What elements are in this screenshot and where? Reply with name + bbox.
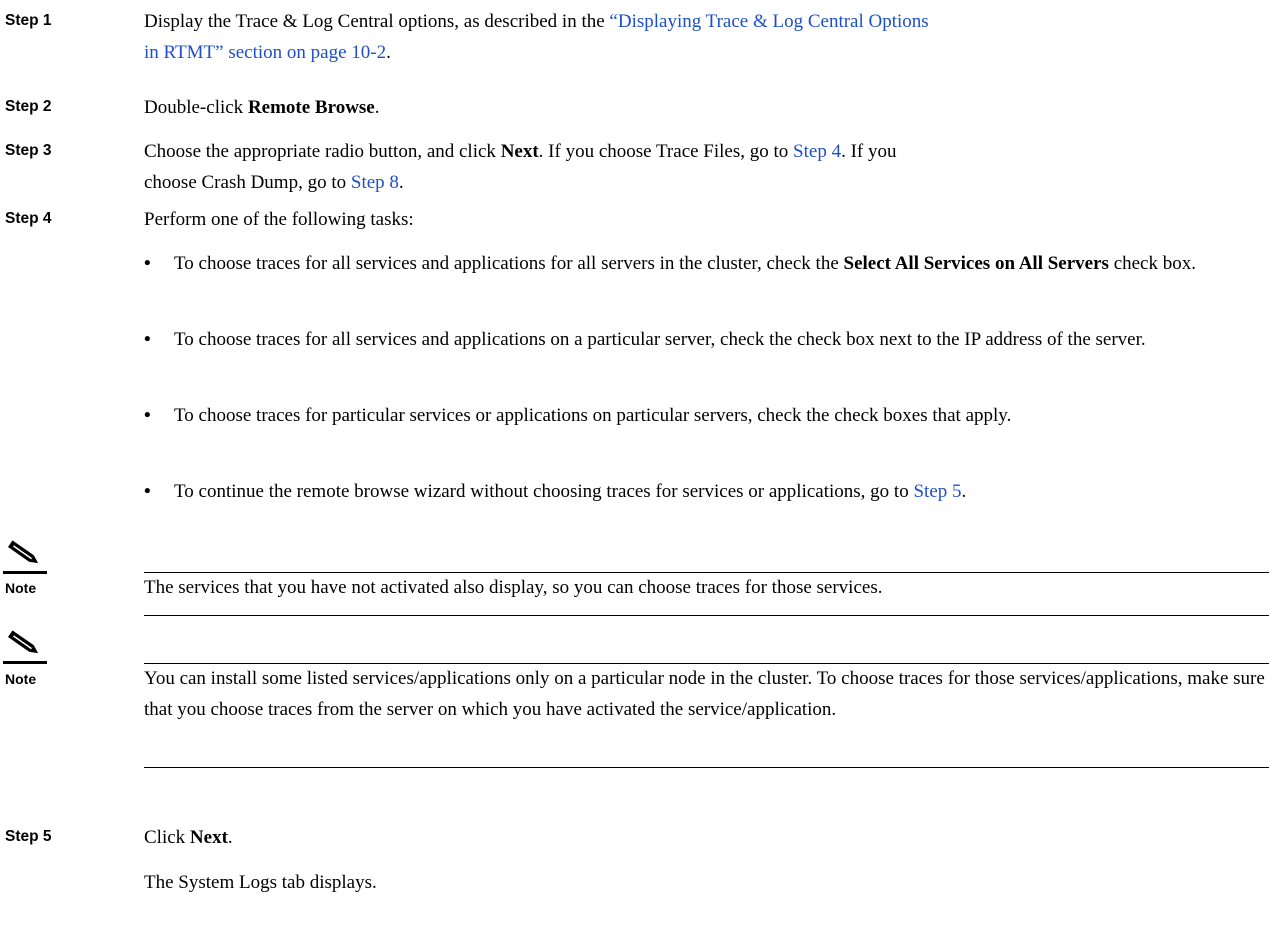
note-rule-bottom <box>144 767 1269 768</box>
step-4-label: Step 4 <box>5 210 52 227</box>
step-3-text: Choose the appropriate radio button, and… <box>144 141 897 193</box>
step-5-result: The System Logs tab displays. <box>144 872 377 893</box>
bullet-dot: • <box>144 481 151 502</box>
bullet-dot: • <box>144 253 151 274</box>
step-4-link[interactable]: Step 4 <box>793 141 841 162</box>
step-1-pre: Display the Trace & Log Central options,… <box>144 11 610 32</box>
select-all-term: Select All Services on All Servers <box>843 253 1109 274</box>
bullet-text: To choose traces for all services and ap… <box>174 329 1146 350</box>
step-5-label: Step 5 <box>5 828 52 845</box>
note-rule-bottom <box>144 615 1269 616</box>
note-text: The services that you have not activated… <box>144 577 883 598</box>
pencil-note-icon <box>3 540 47 574</box>
bullet-text: To choose traces for particular services… <box>174 405 1012 426</box>
bullet-dot: • <box>144 405 151 426</box>
step-5-text: Click Next. <box>144 827 233 848</box>
step-1-label: Step 1 <box>5 12 52 29</box>
step-2-text: Double-click Remote Browse. <box>144 97 380 118</box>
next-term: Next <box>500 141 539 162</box>
bullet-text: To choose traces for all services and ap… <box>174 253 1196 274</box>
bullet-dot: • <box>144 329 151 350</box>
remote-browse-term: Remote Browse <box>247 97 375 118</box>
next-term: Next <box>189 827 228 848</box>
note-text: You can install some listed services/app… <box>144 668 1265 720</box>
step-2-label: Step 2 <box>5 98 52 115</box>
step-4-text: Perform one of the following tasks: <box>144 209 414 230</box>
step-1-text: Display the Trace & Log Central options,… <box>144 11 929 63</box>
step-5-link[interactable]: Step 5 <box>913 481 961 502</box>
note-label: Note <box>5 580 37 596</box>
pencil-note-icon <box>3 630 47 664</box>
bullet-text: To continue the remote browse wizard wit… <box>174 481 967 502</box>
step-8-link[interactable]: Step 8 <box>351 172 399 193</box>
note-label: Note <box>5 671 37 687</box>
document-page: Step 1 Display the Trace & Log Central o… <box>0 0 1279 928</box>
step-3-label: Step 3 <box>5 142 52 159</box>
